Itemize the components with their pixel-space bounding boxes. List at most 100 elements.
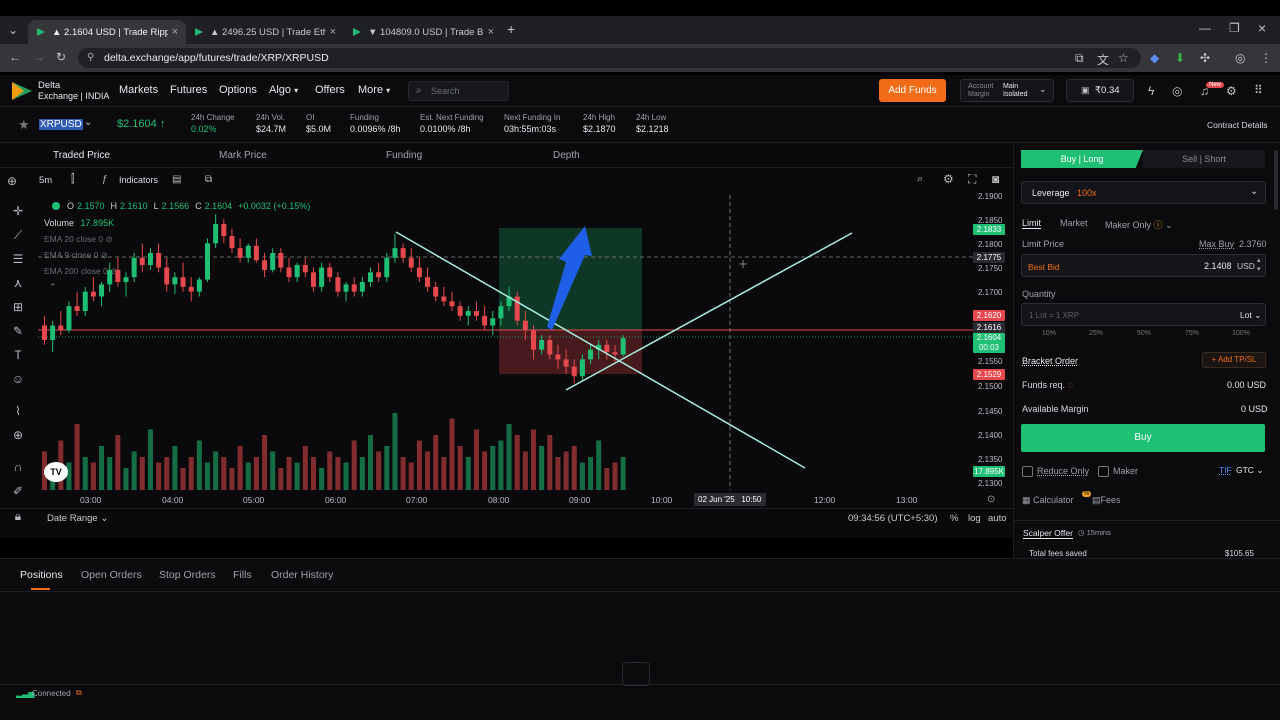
magnet-icon[interactable]: ∩ bbox=[10, 460, 26, 474]
bookmark-star-icon[interactable]: ☆ bbox=[1118, 51, 1129, 65]
lightning-icon[interactable]: ϟ bbox=[1148, 84, 1154, 98]
nav-algo[interactable]: Algo ▾ bbox=[269, 84, 298, 96]
settings-gear-icon[interactable]: ⚙ bbox=[1226, 84, 1237, 98]
reduce-only-checkbox[interactable] bbox=[1022, 466, 1033, 477]
contract-details-link[interactable]: Contract Details bbox=[1207, 120, 1267, 130]
wallet-balance[interactable]: ▣ ₹0.34 bbox=[1066, 79, 1134, 102]
tab-positions[interactable]: Positions bbox=[20, 569, 63, 581]
support-icon[interactable]: ◎ bbox=[1172, 84, 1182, 98]
tab-mark-price[interactable]: Mark Price bbox=[219, 150, 267, 161]
trendline-icon[interactable]: ⟋ bbox=[10, 228, 26, 243]
fib-icon[interactable]: ☰ bbox=[10, 252, 26, 266]
zoom-in-icon[interactable]: ⊕ bbox=[10, 428, 26, 442]
pct-75[interactable]: 75% bbox=[1185, 330, 1199, 337]
pattern-icon[interactable]: ⋏ bbox=[10, 276, 26, 290]
tab-fills[interactable]: Fills bbox=[233, 569, 252, 581]
help-circle-icon[interactable]: ⓘ bbox=[1154, 220, 1163, 230]
extension-icon[interactable]: ◆ bbox=[1150, 51, 1159, 65]
lock-icon[interactable]: 🔒︎ bbox=[10, 509, 26, 524]
screenshot-camera-icon[interactable]: ◙ bbox=[992, 172, 999, 186]
scalper-offer-label[interactable]: Scalper Offer bbox=[1023, 528, 1073, 539]
fees-button[interactable]: ▤Fees bbox=[1092, 495, 1121, 506]
best-bid-button[interactable]: Best Bid bbox=[1028, 262, 1060, 272]
ruler-icon[interactable]: ⌇ bbox=[10, 404, 26, 418]
forward-icon[interactable]: → bbox=[33, 50, 45, 64]
add-symbol-icon[interactable]: ⊕ bbox=[7, 174, 17, 188]
order-type-limit[interactable]: Limit bbox=[1022, 218, 1042, 229]
chart-clock[interactable]: 09:34:56 (UTC+5:30) bbox=[848, 513, 938, 524]
pct-50[interactable]: 50% bbox=[1137, 330, 1151, 337]
close-tab-icon[interactable]: × bbox=[330, 26, 336, 38]
text-tool-icon[interactable]: T bbox=[10, 348, 26, 362]
add-funds-button[interactable]: Add Funds bbox=[879, 79, 946, 102]
sell-short-tab[interactable]: Sell | Short bbox=[1143, 150, 1265, 168]
calculator-button[interactable]: ▦ Calculator bbox=[1022, 495, 1074, 506]
pct-10[interactable]: 10% bbox=[1042, 330, 1056, 337]
nav-more[interactable]: More ▾ bbox=[358, 84, 390, 96]
quantity-input[interactable]: 1 Lot = 1 XRP Lot ⌄ bbox=[1021, 303, 1266, 326]
install-app-icon[interactable]: ⧉ bbox=[1075, 51, 1084, 66]
site-info-icon[interactable]: ⚲ bbox=[87, 48, 94, 68]
favorite-star-icon[interactable]: ★ bbox=[18, 117, 30, 133]
order-type-maker-only[interactable]: Maker Only ⓘ ⌄ bbox=[1105, 218, 1173, 231]
extensions-puzzle-icon[interactable]: ✣ bbox=[1200, 51, 1210, 65]
pct-100[interactable]: 100% bbox=[1232, 330, 1250, 337]
popout-icon[interactable]: ⧉ bbox=[205, 174, 212, 185]
tif-select[interactable]: GTC ⌄ bbox=[1236, 465, 1263, 476]
tab-traded-price[interactable]: Traded Price bbox=[53, 150, 110, 161]
panel-scrollbar[interactable] bbox=[1274, 150, 1278, 210]
close-window-icon[interactable]: × bbox=[1258, 20, 1266, 36]
tradingview-logo-icon[interactable]: TV bbox=[44, 462, 68, 482]
auto-scale-toggle[interactable]: auto bbox=[988, 513, 1007, 524]
profile-icon[interactable]: ◎ bbox=[1235, 51, 1245, 65]
maker-checkbox[interactable] bbox=[1098, 466, 1109, 477]
brush-icon[interactable]: ✎ bbox=[10, 324, 26, 338]
interval-selector[interactable]: 5m bbox=[39, 175, 52, 186]
pct-25[interactable]: 25% bbox=[1089, 330, 1103, 337]
leverage-select[interactable]: Leverage 100x ⌄ bbox=[1021, 181, 1266, 204]
browser-tab-btc[interactable]: ▼ 104809.0 USD | Trade Bitcoin × bbox=[344, 20, 502, 44]
close-tab-icon[interactable]: × bbox=[488, 26, 494, 38]
tab-funding[interactable]: Funding bbox=[386, 150, 422, 161]
symbol-selector[interactable]: XRPUSD bbox=[39, 119, 83, 130]
bracket-order-label[interactable]: Bracket Order bbox=[1022, 356, 1078, 366]
tab-open-orders[interactable]: Open Orders bbox=[81, 569, 142, 581]
log-scale-toggle[interactable]: log bbox=[968, 513, 981, 524]
tab-stop-orders[interactable]: Stop Orders bbox=[159, 569, 216, 581]
limit-price-input[interactable]: Best Bid 2.1408 USD ▴ ▾ bbox=[1021, 254, 1266, 277]
reload-icon[interactable]: ↻ bbox=[56, 50, 66, 64]
brand[interactable]: Delta Exchange | INDIA bbox=[38, 81, 109, 102]
lock-drawings-icon[interactable]: ✐ bbox=[10, 484, 26, 498]
nav-futures[interactable]: Futures bbox=[170, 84, 207, 96]
delta-logo-icon[interactable] bbox=[12, 82, 32, 100]
templates-icon[interactable]: ▤ bbox=[172, 174, 181, 185]
nav-offers[interactable]: Offers bbox=[315, 84, 345, 96]
crosshair-icon[interactable]: ✛ bbox=[10, 204, 26, 218]
percent-scale-toggle[interactable]: % bbox=[950, 513, 958, 524]
buy-long-tab[interactable]: Buy | Long bbox=[1021, 150, 1143, 168]
tab-list-icon[interactable]: ⌄ bbox=[8, 23, 18, 37]
candle-style-icon[interactable]: ⫿ bbox=[71, 173, 75, 186]
chart-settings-icon[interactable]: ⚙ bbox=[943, 172, 954, 186]
buy-button[interactable]: Buy bbox=[1021, 424, 1265, 452]
minimize-icon[interactable]: — bbox=[1199, 21, 1211, 35]
date-range-button[interactable]: Date Range ⌄ bbox=[47, 513, 108, 524]
search-input[interactable]: ⌕ Search bbox=[408, 81, 509, 101]
translate-icon[interactable]: 文 bbox=[1097, 51, 1109, 68]
apps-grid-icon[interactable]: ⠿ bbox=[1254, 83, 1263, 97]
close-tab-icon[interactable]: × bbox=[172, 26, 178, 38]
order-type-market[interactable]: Market bbox=[1060, 218, 1088, 228]
maximize-icon[interactable]: ❐ bbox=[1229, 21, 1240, 35]
back-icon[interactable]: ← bbox=[9, 50, 21, 64]
lot-unit-select[interactable]: Lot ⌄ bbox=[1240, 310, 1261, 321]
fullscreen-icon[interactable]: ⛶ bbox=[968, 172, 976, 187]
indicators-button[interactable]: Indicators bbox=[119, 175, 158, 185]
url-input[interactable]: ⚲ delta.exchange/app/futures/trade/XRP/X… bbox=[78, 48, 1141, 68]
position-tool-icon[interactable]: ⊞ bbox=[10, 300, 26, 314]
nav-markets[interactable]: Markets bbox=[119, 84, 158, 96]
external-link-icon[interactable]: ⧉ bbox=[76, 688, 82, 698]
browser-tab-xrp[interactable]: ▲ 2.1604 USD | Trade Ripple Pe × bbox=[28, 20, 186, 44]
reset-view-icon[interactable]: ⊙ bbox=[987, 494, 995, 505]
browser-tab-eth[interactable]: ▲ 2496.25 USD | Trade Ethereu × bbox=[186, 20, 344, 44]
price-stepper-icon[interactable]: ▴ ▾ bbox=[1257, 256, 1261, 274]
